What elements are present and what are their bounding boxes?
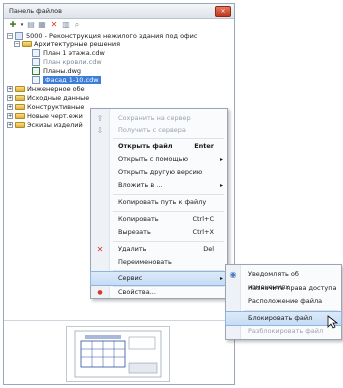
- submenu-item-notify-changes[interactable]: ◉ Уведомлять об изменениях: [226, 268, 341, 291]
- submenu-item-file-location[interactable]: Расположение файла: [226, 295, 341, 308]
- menu-separator: [113, 270, 224, 271]
- expand-icon[interactable]: +: [7, 113, 13, 119]
- tree-folder-item[interactable]: + Эскизы изделий: [7, 121, 83, 130]
- tree-node-arch-folder[interactable]: − Архитектурные решения: [14, 40, 120, 49]
- get-server-icon: ⇩: [96, 126, 104, 135]
- submenu-arrow-icon: ▸: [219, 156, 223, 163]
- list-icon[interactable]: ▦: [37, 20, 47, 30]
- project-icon: [15, 32, 23, 40]
- folder-icon: [15, 86, 25, 92]
- drawing-thumbnail: [74, 330, 162, 378]
- context-menu: ⇪ Сохранить на сервер ⇩ Получить с серве…: [90, 108, 228, 299]
- menu-item-copy[interactable]: Копировать Ctrl+C: [91, 213, 227, 226]
- details-icon[interactable]: ▥: [61, 20, 71, 30]
- menu-item-properties[interactable]: ● Свойства...: [91, 286, 227, 299]
- expand-icon[interactable]: +: [7, 95, 13, 101]
- cdw-file-icon: [32, 49, 40, 57]
- collapse-icon[interactable]: −: [14, 41, 20, 47]
- panel-splitter[interactable]: [4, 320, 234, 321]
- collapse-icon[interactable]: −: [7, 33, 13, 39]
- menu-separator: [113, 138, 224, 139]
- tree-file-item-selected[interactable]: Фасад 1-10.cdw: [32, 76, 101, 85]
- notify-icon: ◉: [229, 270, 237, 279]
- toolbar: ✚ ▾ ▤ ▦ ✕ ▥ ⌕: [4, 19, 234, 31]
- tree-folder-item[interactable]: + Новые черт.ежи: [7, 112, 83, 121]
- menu-item-open-other-version[interactable]: Открыть другую версию: [91, 166, 227, 179]
- menu-item-open-with[interactable]: Открыть с помощью ▸: [91, 153, 227, 166]
- menu-item-delete[interactable]: ✕ Удалить Del: [91, 243, 227, 256]
- properties-icon: ●: [97, 289, 103, 296]
- delete-icon: ✕: [96, 245, 104, 254]
- tree-folder-item[interactable]: + Инженерное обе: [7, 85, 85, 94]
- menu-item-cut[interactable]: Вырезать Ctrl+X: [91, 226, 227, 239]
- dwg-file-icon: [32, 67, 40, 75]
- cdw-file-icon: [32, 58, 40, 66]
- menu-separator: [113, 241, 224, 242]
- file-preview: [66, 326, 170, 382]
- tree-folder-item[interactable]: + Исходные данные: [7, 94, 89, 103]
- tree-file-item[interactable]: План кровли.cdw: [32, 58, 102, 67]
- menu-separator: [113, 194, 224, 195]
- folder-icon: [15, 113, 25, 119]
- submenu-item-assign-access[interactable]: Назначить права доступа: [226, 282, 341, 295]
- submenu-arrow-icon: ▸: [219, 275, 223, 282]
- folder-icon: [15, 95, 25, 101]
- expand-icon[interactable]: +: [7, 86, 13, 92]
- search-icon[interactable]: ⌕: [72, 20, 82, 30]
- menu-item-copy-path[interactable]: Копировать путь к файлу: [91, 196, 227, 209]
- menu-item-service[interactable]: Сервис ▸: [90, 271, 228, 286]
- service-submenu: ◉ Уведомлять об изменениях Назначить пра…: [225, 264, 342, 340]
- panel-title: Панель файлов: [9, 7, 62, 15]
- menu-item-open-file[interactable]: Открыть файл Enter: [91, 140, 227, 153]
- view-icon[interactable]: ▤: [26, 20, 36, 30]
- menu-item-get-from-server[interactable]: ⇩ Получить с сервера: [91, 124, 227, 137]
- title-bar: Панель файлов ×: [4, 4, 234, 19]
- tree-folder-item[interactable]: + Конструктивные: [7, 103, 84, 112]
- tree-file-item[interactable]: Планы.dwg: [32, 67, 81, 76]
- mouse-cursor-icon: [327, 315, 339, 329]
- folder-icon: [15, 122, 25, 128]
- expand-icon[interactable]: +: [7, 104, 13, 110]
- tree-file-item[interactable]: План 1 этажа.cdw: [32, 49, 105, 58]
- folder-icon: [22, 41, 32, 47]
- menu-separator: [113, 211, 224, 212]
- folder-icon: [15, 104, 25, 110]
- expand-icon[interactable]: +: [7, 122, 13, 128]
- submenu-item-lock-file[interactable]: Блокировать файл: [225, 311, 342, 326]
- close-button[interactable]: ×: [215, 6, 231, 17]
- cdw-file-icon: [32, 76, 40, 84]
- menu-separator: [244, 310, 338, 311]
- submenu-arrow-icon: ▸: [219, 182, 223, 189]
- delete-icon[interactable]: ✕: [49, 20, 59, 30]
- menu-item-attach-to[interactable]: Вложить в ... ▸: [91, 179, 227, 192]
- menu-item-rename[interactable]: Переименовать: [91, 256, 227, 269]
- submenu-item-unlock-file[interactable]: Разблокировать файл: [226, 325, 341, 338]
